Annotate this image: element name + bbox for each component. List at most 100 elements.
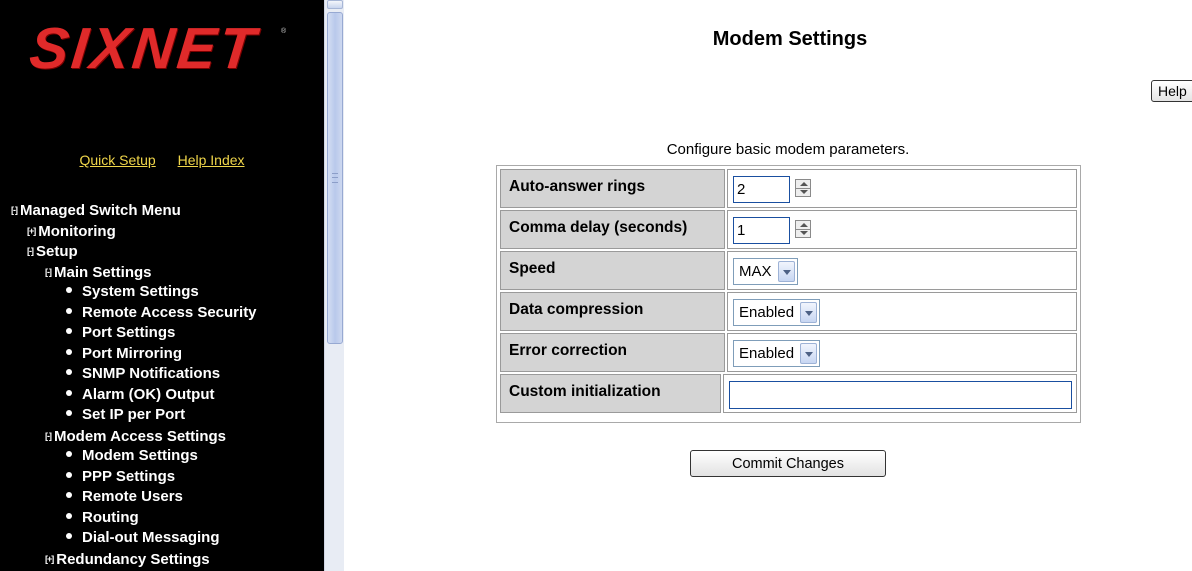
comma-delay-input[interactable]	[733, 217, 790, 244]
grip-icon	[332, 173, 338, 183]
data-compression-cell: Enabled	[727, 292, 1077, 331]
bullet-icon	[66, 369, 72, 375]
sixnet-logo: SIXNET	[26, 16, 261, 81]
menu-item-label: Main Settings	[54, 263, 152, 281]
menu-item-snmp-notifications[interactable]: SNMP Notifications	[11, 364, 257, 385]
help-index-link[interactable]: Help Index	[178, 152, 245, 168]
speed-selected-value: MAX	[739, 263, 772, 280]
menu-item-modem-settings[interactable]: Modem Settings	[11, 446, 257, 467]
menu-item-label: SNMP Notifications	[82, 365, 221, 382]
table-row: Error correction Enabled	[499, 332, 1078, 373]
scroll-up-button[interactable]	[327, 0, 343, 9]
menu-item-port-settings[interactable]: Port Settings	[11, 323, 257, 344]
menu-item-managed-switch-menu[interactable]: [-] Managed Switch Menu	[11, 200, 257, 221]
bullet-icon	[66, 389, 72, 396]
menu-tree: [-] Managed Switch Menu [+] Monitoring [-]…	[11, 200, 257, 569]
custom-initialization-label: Custom initialization	[500, 374, 721, 413]
menu-item-setup[interactable]: [-] Setup	[11, 241, 257, 262]
table-row: Custom initialization	[499, 373, 1078, 414]
bullet-icon	[66, 287, 72, 293]
table-row: Speed MAX	[499, 250, 1078, 291]
menu-item-redundancy-settings[interactable]: [+] Redundancy Settings	[11, 549, 257, 570]
menu-item-label: Modem Settings	[82, 447, 198, 464]
bullet-icon	[66, 410, 72, 416]
menu-item-label: Monitoring	[38, 222, 116, 240]
menu-item-label: Set IP per Port	[82, 406, 186, 423]
menu-item-label: Port Settings	[82, 324, 176, 341]
menu-item-label: Remote Users	[82, 488, 183, 505]
sidebar: SIXNET ® Quick Setup Help Index [-] Manag…	[0, 0, 324, 571]
bullet-icon	[66, 307, 72, 314]
data-compression-label: Data compression	[500, 292, 725, 331]
menu-item-system-settings[interactable]: System Settings	[11, 282, 257, 303]
bullet-icon	[66, 492, 72, 498]
bullet-icon	[66, 328, 72, 334]
spinner-icon[interactable]	[795, 179, 811, 197]
menu-item-label: Managed Switch Menu	[20, 202, 181, 219]
menu-item-alarm-ok-output[interactable]: Alarm (OK) Output	[11, 385, 257, 406]
sidebar-scrollbar[interactable]	[324, 0, 344, 571]
data-compression-selected-value: Enabled	[739, 304, 795, 321]
menu-item-label: Alarm (OK) Output	[82, 385, 215, 403]
quick-setup-link[interactable]: Quick Setup	[79, 152, 155, 168]
chevron-down-icon[interactable]	[800, 343, 818, 364]
chevron-down-icon[interactable]	[800, 302, 818, 323]
menu-item-modem-access-settings[interactable]: [-] Modem Access Settings	[11, 426, 257, 447]
menu-item-dial-out-messaging[interactable]: Dial-out Messaging	[11, 528, 257, 549]
auto-answer-input[interactable]	[733, 176, 790, 203]
comma-delay-label: Comma delay (seconds)	[500, 210, 725, 249]
custom-initialization-cell	[723, 374, 1077, 413]
error-correction-label: Error correction	[500, 333, 725, 372]
collapse-toggle[interactable]: [-]	[45, 267, 52, 277]
commit-changes-button[interactable]: Commit Changes	[690, 450, 886, 477]
settings-table: Auto-answer rings Comma delay (seconds) …	[496, 165, 1081, 423]
collapse-toggle[interactable]: [-]	[27, 246, 34, 256]
table-row: Comma delay (seconds)	[499, 209, 1078, 250]
menu-item-label: Redundancy Settings	[56, 550, 210, 568]
menu-item-label: PPP Settings	[82, 467, 176, 485]
bullet-icon	[66, 471, 72, 478]
menu-item-label: Dial-out Messaging	[82, 529, 220, 546]
help-button[interactable]: Help	[1151, 80, 1192, 102]
menu-item-set-ip-per-port[interactable]: Set IP per Port	[11, 405, 257, 426]
data-compression-select[interactable]: Enabled	[733, 299, 821, 326]
speed-label: Speed	[500, 251, 725, 290]
menu-item-label: Remote Access Security	[82, 303, 257, 321]
expand-toggle[interactable]: [+]	[45, 554, 54, 564]
quick-links: Quick Setup Help Index	[0, 152, 324, 168]
custom-initialization-input[interactable]	[729, 381, 1072, 409]
menu-item-port-mirroring[interactable]: Port Mirroring	[11, 344, 257, 365]
speed-cell: MAX	[727, 251, 1077, 290]
menu-item-remote-access-security[interactable]: Remote Access Security	[11, 303, 257, 324]
table-row: Data compression Enabled	[499, 291, 1078, 332]
error-correction-select[interactable]: Enabled	[733, 340, 821, 367]
menu-item-label: Routing	[82, 508, 139, 526]
page-description: Configure basic modem parameters.	[666, 141, 910, 158]
collapse-toggle[interactable]: [-]	[45, 431, 52, 441]
collapse-toggle[interactable]: [-]	[11, 205, 18, 215]
spinner-icon[interactable]	[795, 220, 811, 238]
menu-item-label: Setup	[36, 243, 78, 260]
bullet-icon	[66, 512, 72, 519]
table-row: Auto-answer rings	[499, 168, 1078, 209]
comma-delay-cell	[727, 210, 1077, 249]
auto-answer-label: Auto-answer rings	[500, 169, 725, 208]
scrollbar-thumb[interactable]	[327, 12, 343, 344]
menu-item-remote-users[interactable]: Remote Users	[11, 487, 257, 508]
error-correction-selected-value: Enabled	[739, 345, 795, 362]
menu-item-label: System Settings	[82, 283, 199, 300]
page-title: Modem Settings	[712, 28, 868, 50]
registered-mark: ®	[281, 28, 287, 35]
menu-item-routing[interactable]: Routing	[11, 508, 257, 529]
menu-item-main-settings[interactable]: [-] Main Settings	[11, 262, 257, 283]
bullet-icon	[66, 348, 72, 355]
chevron-down-icon[interactable]	[777, 261, 795, 282]
auto-answer-cell	[727, 169, 1077, 208]
menu-item-label: Modem Access Settings	[54, 427, 226, 445]
menu-item-monitoring[interactable]: [+] Monitoring	[11, 221, 257, 242]
speed-select[interactable]: MAX	[733, 258, 798, 285]
expand-toggle[interactable]: [+]	[27, 226, 36, 236]
menu-item-ppp-settings[interactable]: PPP Settings	[11, 467, 257, 488]
menu-item-label: Port Mirroring	[82, 344, 182, 362]
bullet-icon	[66, 451, 72, 457]
